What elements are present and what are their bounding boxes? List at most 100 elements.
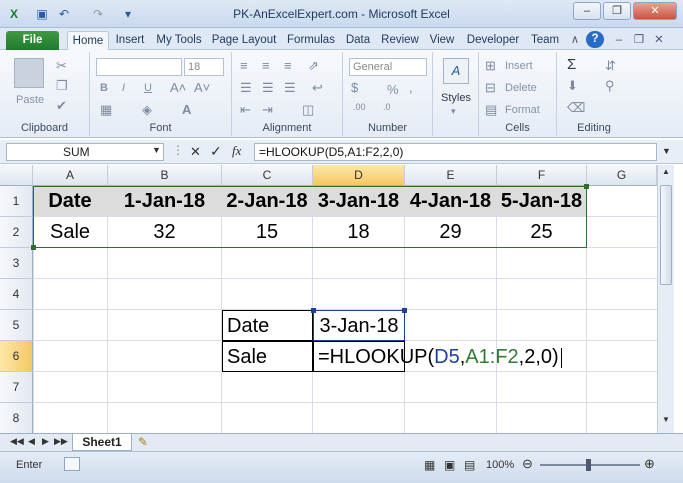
first-sheet-icon[interactable]: ◀◀ xyxy=(10,436,24,447)
format-cells-icon[interactable]: ▤ xyxy=(485,102,497,118)
tab-data[interactable]: Data xyxy=(342,31,374,50)
format-cells-button[interactable]: Format xyxy=(505,104,540,116)
increase-decimal-icon[interactable]: .00 xyxy=(353,102,366,112)
tab-page-layout[interactable]: Page Layout xyxy=(209,31,279,50)
prev-sheet-icon[interactable]: ◀ xyxy=(28,436,35,447)
font-color-icon[interactable]: A xyxy=(182,102,191,117)
row-header-8[interactable]: 8 xyxy=(0,403,33,433)
zoom-slider-thumb[interactable] xyxy=(586,459,591,471)
format-painter-icon[interactable]: ✔ xyxy=(56,98,67,114)
tab-home[interactable]: Home xyxy=(67,31,109,50)
vertical-scrollbar[interactable]: ▲ ▼ xyxy=(657,165,674,433)
grow-font-icon[interactable]: A˄ xyxy=(170,80,186,95)
comma-style-icon[interactable]: , xyxy=(409,80,413,95)
clear-icon[interactable]: ⌫ xyxy=(567,100,585,116)
page-layout-view-icon[interactable]: ▣ xyxy=(444,458,455,472)
paste-button[interactable]: Paste xyxy=(16,94,44,106)
tab-view[interactable]: View xyxy=(425,31,459,50)
worksheet-grid[interactable]: A B C D E F G 1 2 3 4 5 6 7 8 Date 1-Jan… xyxy=(0,165,683,433)
styles-button[interactable]: Styles xyxy=(441,92,471,104)
name-box[interactable]: SUM xyxy=(6,143,164,161)
number-format-select[interactable]: General xyxy=(349,58,427,76)
merge-center-icon[interactable]: ◫ xyxy=(302,102,314,118)
last-sheet-icon[interactable]: ▶▶ xyxy=(54,436,68,447)
shrink-font-icon[interactable]: A˅ xyxy=(194,80,210,95)
styles-dropdown-icon[interactable]: ▾ xyxy=(451,106,456,117)
zoom-level[interactable]: 100% xyxy=(486,459,514,471)
cell-d5[interactable]: 3-Jan-18 xyxy=(313,310,405,341)
scroll-down-icon[interactable]: ▼ xyxy=(660,415,672,429)
paste-icon[interactable] xyxy=(14,58,44,88)
fill-color-icon[interactable]: ◈ xyxy=(142,102,152,118)
insert-sheet-icon[interactable]: ✎ xyxy=(138,435,148,449)
row-header-3[interactable]: 3 xyxy=(0,248,33,279)
formula-input[interactable]: =HLOOKUP(D5,A1:F2,2,0) xyxy=(254,143,657,161)
minimize-button[interactable]: – xyxy=(573,2,601,20)
column-header-d[interactable]: D xyxy=(313,165,405,186)
column-header-a[interactable]: A xyxy=(33,165,108,186)
tab-file[interactable]: File xyxy=(6,31,59,50)
range-handle[interactable] xyxy=(311,308,316,313)
row-header-1[interactable]: 1 xyxy=(0,186,33,217)
column-header-b[interactable]: B xyxy=(108,165,222,186)
insert-cells-button[interactable]: Insert xyxy=(505,60,533,72)
insert-cells-icon[interactable]: ⊞ xyxy=(485,58,496,74)
orientation-icon[interactable]: ⇗ xyxy=(308,58,319,74)
sort-filter-icon[interactable]: ⇵ xyxy=(605,58,616,74)
tab-insert[interactable]: Insert xyxy=(111,31,149,50)
select-all-corner[interactable] xyxy=(0,165,33,186)
row-header-4[interactable]: 4 xyxy=(0,279,33,310)
row-header-5[interactable]: 5 xyxy=(0,310,33,341)
cell-c5[interactable]: Date xyxy=(222,310,313,341)
help-icon[interactable]: ? xyxy=(586,31,604,48)
column-header-f[interactable]: F xyxy=(497,165,587,186)
enter-button[interactable]: ✓ xyxy=(210,143,222,160)
zoom-in-icon[interactable]: ⊕ xyxy=(644,456,655,472)
range-handle[interactable] xyxy=(31,245,36,250)
cut-icon[interactable]: ✂ xyxy=(56,58,67,74)
bold-button[interactable]: B xyxy=(100,82,108,94)
row-header-2[interactable]: 2 xyxy=(0,217,33,248)
insert-function-button[interactable]: fx xyxy=(232,143,241,159)
decrease-decimal-icon[interactable]: .0 xyxy=(383,102,391,112)
decrease-indent-icon[interactable]: ⇤ xyxy=(240,102,251,118)
font-size-select[interactable]: 18 xyxy=(184,58,224,76)
zoom-out-icon[interactable]: ⊖ xyxy=(522,456,533,472)
minimize-workbook-icon[interactable]: – xyxy=(612,31,626,50)
expand-formula-bar-icon[interactable]: ▼ xyxy=(662,146,671,156)
delete-cells-icon[interactable]: ⊟ xyxy=(485,80,496,96)
middle-align-icon[interactable]: ≡ xyxy=(262,58,270,73)
italic-button[interactable]: I xyxy=(122,82,125,94)
column-header-c[interactable]: C xyxy=(222,165,313,186)
tab-my-tools[interactable]: My Tools xyxy=(152,31,206,50)
restore-button[interactable]: ❐ xyxy=(603,2,631,20)
tab-review[interactable]: Review xyxy=(378,31,422,50)
top-align-icon[interactable]: ≡ xyxy=(240,58,248,73)
cell-d6-editing[interactable]: =HLOOKUP(D5,A1:F2,2,0) xyxy=(313,341,562,372)
tab-developer[interactable]: Developer xyxy=(463,31,523,50)
underline-button[interactable]: U xyxy=(144,82,152,94)
row-header-6[interactable]: 6 xyxy=(0,341,33,372)
increase-indent-icon[interactable]: ⇥ xyxy=(262,102,273,118)
tab-team[interactable]: Team xyxy=(527,31,563,50)
ribbon-minimize-icon[interactable]: ∧ xyxy=(568,31,582,50)
column-header-e[interactable]: E xyxy=(405,165,497,186)
restore-workbook-icon[interactable]: ❐ xyxy=(632,31,646,50)
close-button[interactable]: ✕ xyxy=(633,2,677,20)
fill-icon[interactable]: ⬇ xyxy=(567,78,578,94)
align-right-icon[interactable]: ☰ xyxy=(284,80,296,96)
center-icon[interactable]: ☰ xyxy=(262,80,274,96)
close-workbook-icon[interactable]: ✕ xyxy=(652,31,666,50)
align-left-icon[interactable]: ☰ xyxy=(240,80,252,96)
macro-record-icon[interactable] xyxy=(64,457,80,471)
tab-formulas[interactable]: Formulas xyxy=(283,31,339,50)
currency-icon[interactable]: $ xyxy=(351,80,358,95)
scroll-thumb[interactable] xyxy=(660,185,672,285)
page-break-view-icon[interactable]: ▤ xyxy=(464,458,475,472)
copy-icon[interactable]: ❐ xyxy=(56,78,68,94)
wrap-text-icon[interactable]: ↩ xyxy=(312,80,323,96)
cell-c6[interactable]: Sale xyxy=(222,341,313,372)
cancel-button[interactable]: ✕ xyxy=(190,144,201,160)
autosum-icon[interactable]: Σ xyxy=(567,56,576,73)
borders-icon[interactable]: ▦ xyxy=(100,102,112,118)
